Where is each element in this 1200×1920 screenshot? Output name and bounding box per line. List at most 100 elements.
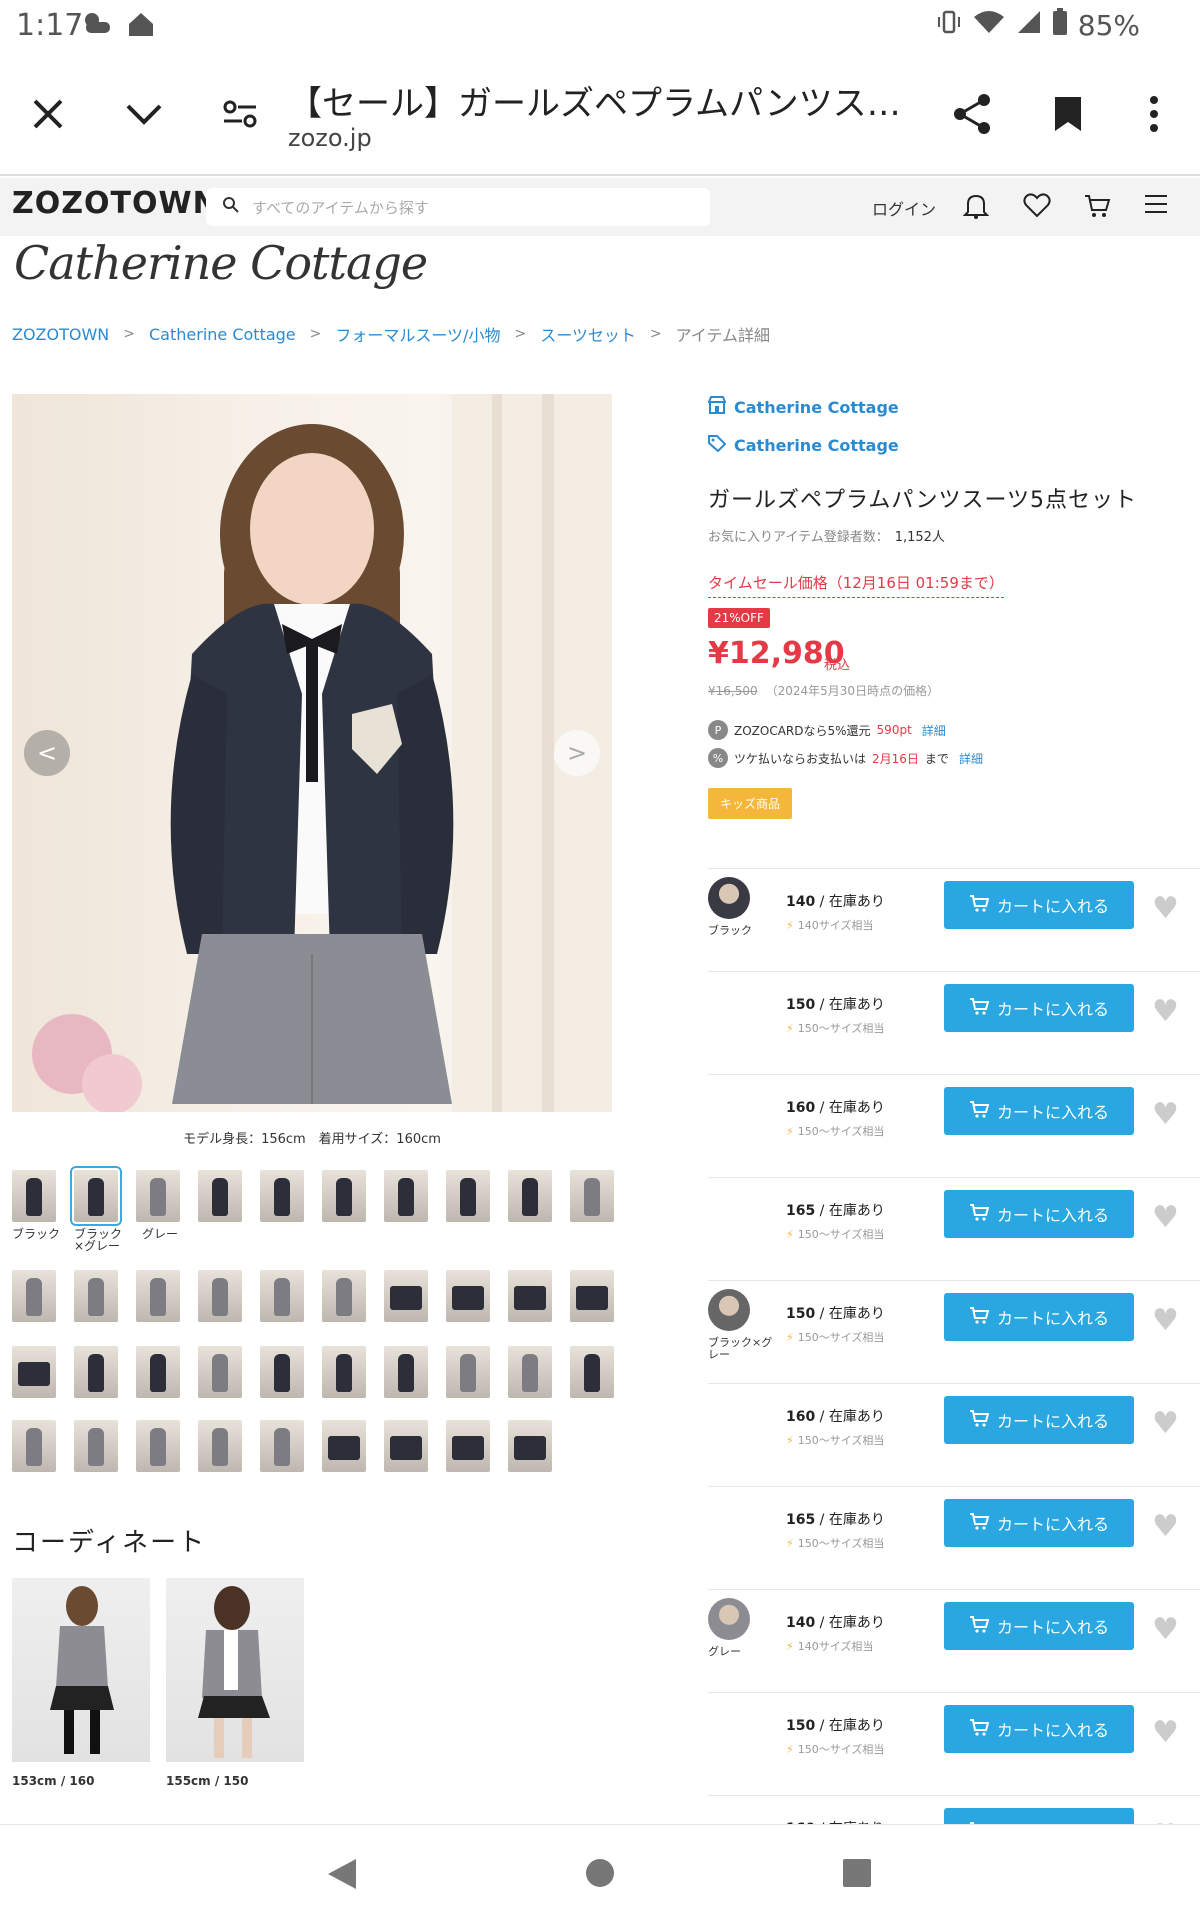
breadcrumb-item[interactable]: Catherine Cottage	[149, 325, 296, 344]
gallery-thumbnail[interactable]	[322, 1420, 366, 1472]
gallery-thumbnail[interactable]	[384, 1346, 428, 1398]
gallery-thumbnail[interactable]	[322, 1270, 366, 1322]
gallery-thumbnail[interactable]	[508, 1346, 552, 1398]
add-to-cart-button[interactable]: カートに入れる	[944, 1396, 1134, 1444]
gallery-thumbnail[interactable]	[384, 1270, 428, 1322]
cart-icon	[969, 1615, 990, 1637]
close-icon[interactable]	[16, 82, 80, 146]
brand-link[interactable]: Catherine Cottage	[708, 434, 899, 456]
brand-logo[interactable]: Catherine Cottage	[14, 236, 428, 290]
gallery-thumbnail[interactable]	[12, 1270, 56, 1322]
gallery-thumbnail[interactable]	[198, 1346, 242, 1398]
gallery-thumbnail[interactable]	[74, 1270, 118, 1322]
share-icon[interactable]	[940, 82, 1004, 146]
gallery-thumbnail[interactable]	[446, 1420, 490, 1472]
home-circle-icon[interactable]	[584, 1857, 616, 1893]
add-to-cart-button[interactable]: カートに入れる	[944, 1293, 1134, 1341]
add-to-cart-button[interactable]: カートに入れる	[944, 984, 1134, 1032]
gallery-thumbnail[interactable]	[136, 1346, 180, 1398]
chevron-right-icon: >	[649, 326, 662, 342]
gallery-thumbnail[interactable]	[260, 1270, 304, 1322]
favorite-heart-icon[interactable]: ♥	[1152, 1097, 1179, 1132]
favorite-heart-icon[interactable]: ♥	[1152, 1406, 1179, 1441]
add-to-cart-button[interactable]: カートに入れる	[944, 1499, 1134, 1547]
sku-size: 150 / 在庫あり	[786, 1303, 885, 1323]
gallery-thumbnail[interactable]	[198, 1420, 242, 1472]
gallery-thumbnail[interactable]	[570, 1170, 614, 1222]
perk-detail-link[interactable]: 詳細	[959, 750, 983, 767]
gallery-thumbnail[interactable]	[446, 1346, 490, 1398]
page-url[interactable]: zozo.jp	[288, 124, 372, 152]
favorite-heart-icon[interactable]: ♥	[1152, 994, 1179, 1029]
bell-icon[interactable]	[962, 192, 993, 222]
favorite-heart-icon[interactable]: ♥	[1152, 1303, 1179, 1338]
recents-icon[interactable]	[842, 1858, 872, 1892]
kids-badge[interactable]: キッズ商品	[708, 788, 793, 819]
gallery-thumbnail[interactable]	[384, 1170, 428, 1222]
shop-link[interactable]: Catherine Cottage	[707, 396, 899, 418]
gallery-thumbnail[interactable]	[198, 1270, 242, 1322]
add-to-cart-button[interactable]: カートに入れる	[944, 1602, 1134, 1650]
color-swatch[interactable]	[708, 1598, 750, 1640]
favorite-heart-icon[interactable]: ♥	[1152, 1715, 1179, 1750]
add-to-cart-button[interactable]: カートに入れる	[944, 1087, 1134, 1135]
gallery-thumbnail[interactable]	[446, 1270, 490, 1322]
gallery-thumbnail[interactable]	[260, 1420, 304, 1472]
product-main-image[interactable]	[12, 394, 612, 1112]
gallery-thumbnail[interactable]	[570, 1346, 614, 1398]
timesale-info[interactable]: タイムセール価格（12月16日 01:59まで）	[708, 572, 1004, 598]
gallery-thumbnail[interactable]	[322, 1170, 366, 1222]
add-to-cart-button[interactable]: カートに入れる	[944, 1705, 1134, 1753]
gallery-thumbnail[interactable]	[508, 1270, 552, 1322]
heart-icon[interactable]	[1023, 192, 1053, 222]
color-swatch[interactable]	[708, 877, 750, 919]
gallery-thumbnail[interactable]	[384, 1420, 428, 1472]
breadcrumb-item[interactable]: スーツセット	[540, 322, 636, 346]
gallery-thumbnail[interactable]	[136, 1270, 180, 1322]
perk-detail-link[interactable]: 詳細	[922, 722, 946, 739]
gallery-thumbnail[interactable]	[12, 1420, 56, 1472]
back-icon[interactable]	[326, 1857, 358, 1895]
next-image-button[interactable]: >	[554, 730, 600, 776]
separator: /	[815, 1100, 829, 1116]
search-input[interactable]: すべてのアイテムから探す	[206, 188, 710, 226]
gallery-thumbnail[interactable]	[322, 1346, 366, 1398]
gallery-thumbnail[interactable]	[570, 1270, 614, 1322]
prev-image-button[interactable]: <	[24, 730, 70, 776]
add-to-cart-button[interactable]: カートに入れる	[944, 1190, 1134, 1238]
gallery-thumbnail[interactable]	[70, 1166, 122, 1226]
cart-icon[interactable]	[1083, 192, 1113, 222]
coordinate-card[interactable]	[12, 1578, 150, 1762]
gallery-thumbnail[interactable]	[446, 1170, 490, 1222]
gallery-thumbnail[interactable]	[260, 1346, 304, 1398]
gallery-thumbnail[interactable]	[74, 1346, 118, 1398]
menu-icon[interactable]	[1143, 192, 1173, 222]
breadcrumb-item[interactable]: ZOZOTOWN	[12, 325, 109, 344]
zozotown-logo[interactable]: ZOZOTOWN	[12, 186, 219, 221]
gallery-thumbnail[interactable]	[74, 1420, 118, 1472]
chevron-down-icon[interactable]	[112, 82, 176, 146]
gallery-thumbnail[interactable]	[260, 1170, 304, 1222]
favorite-heart-icon[interactable]: ♥	[1152, 1200, 1179, 1235]
favorite-heart-icon[interactable]: ♥	[1152, 1612, 1179, 1647]
color-swatch[interactable]	[708, 1289, 750, 1331]
gallery-thumbnail[interactable]	[136, 1420, 180, 1472]
add-to-cart-button[interactable]: カートに入れる	[944, 881, 1134, 929]
gallery-thumbnail[interactable]	[508, 1420, 552, 1472]
bookmark-icon[interactable]	[1036, 82, 1100, 146]
favorite-heart-icon[interactable]: ♥	[1152, 891, 1179, 926]
gallery-thumbnail[interactable]	[12, 1346, 56, 1398]
size-hint-icon: ⚡	[786, 1434, 794, 1447]
coordinate-card[interactable]	[166, 1578, 304, 1762]
gallery-thumbnail[interactable]	[136, 1170, 180, 1222]
gallery-thumbnail[interactable]	[198, 1170, 242, 1222]
login-link[interactable]: ログイン	[872, 196, 936, 220]
gallery-thumbnail[interactable]	[12, 1170, 56, 1222]
page-info-icon[interactable]	[208, 82, 272, 146]
gallery-thumbnail[interactable]	[508, 1170, 552, 1222]
thumbnail-figure	[514, 1436, 546, 1460]
more-vert-icon[interactable]	[1122, 82, 1186, 146]
favorite-heart-icon[interactable]: ♥	[1152, 1509, 1179, 1544]
sku-row: ブラック 140 / 在庫あり ⚡ 140サイズ相当 カートに入れる ♥	[708, 868, 1200, 971]
breadcrumb-item[interactable]: フォーマルスーツ/小物	[335, 322, 500, 346]
